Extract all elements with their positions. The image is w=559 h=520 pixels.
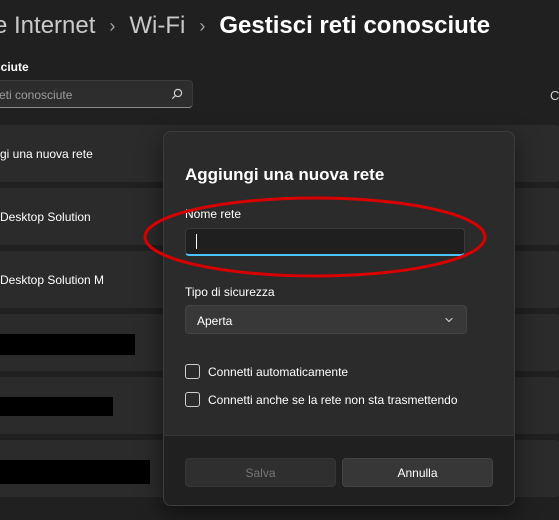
page-title: Gestisci reti conosciute [219, 12, 491, 39]
hidden-network-checkbox[interactable]: Connetti anche se la rete non sta trasme… [185, 392, 458, 407]
search-icon[interactable] [170, 87, 184, 101]
breadcrumb-network-internet[interactable]: e Internet [0, 12, 95, 40]
list-item-label: Desktop Solution M [0, 273, 105, 287]
search-placeholder: eti conosciute [0, 88, 73, 102]
truncated-right-text: C [550, 88, 559, 103]
hidden-network-label: Connetti anche se la rete non sta trasme… [208, 392, 458, 407]
auto-connect-checkbox[interactable]: Connetti automaticamente [185, 364, 348, 379]
checkbox-box[interactable] [185, 392, 200, 407]
save-button[interactable]: Salva [185, 458, 336, 487]
auto-connect-label: Connetti automaticamente [208, 364, 349, 379]
dialog-footer: Salva Annulla [164, 435, 514, 505]
add-network-dialog: Aggiungi una nuova rete Nome rete Tipo d… [163, 131, 515, 506]
security-type-value: Aperta [197, 314, 233, 328]
checkbox-box[interactable] [185, 364, 200, 379]
chevron-down-icon [445, 317, 453, 323]
redaction-block [0, 334, 135, 355]
network-name-label: Nome rete [185, 207, 242, 221]
section-heading: sciute [0, 60, 29, 74]
redaction-block [0, 397, 113, 416]
cancel-button[interactable]: Annulla [342, 458, 493, 487]
network-name-input[interactable] [185, 228, 465, 256]
dialog-title: Aggiungi una nuova rete [185, 165, 385, 184]
breadcrumb-separator: › [109, 15, 116, 36]
security-type-select[interactable]: Aperta [185, 305, 467, 334]
redaction-block [0, 460, 150, 484]
list-item-label: Desktop Solution [0, 210, 91, 224]
text-caret [196, 234, 197, 249]
list-item-label: gi una nuova rete [0, 147, 93, 161]
breadcrumb-separator: › [199, 15, 206, 36]
breadcrumb-wifi[interactable]: Wi-Fi [129, 12, 185, 40]
search-input[interactable]: eti conosciute [0, 80, 193, 108]
security-type-label: Tipo di sicurezza [185, 285, 275, 299]
breadcrumb: e Internet › Wi-Fi › Gestisci reti conos… [0, 8, 490, 44]
